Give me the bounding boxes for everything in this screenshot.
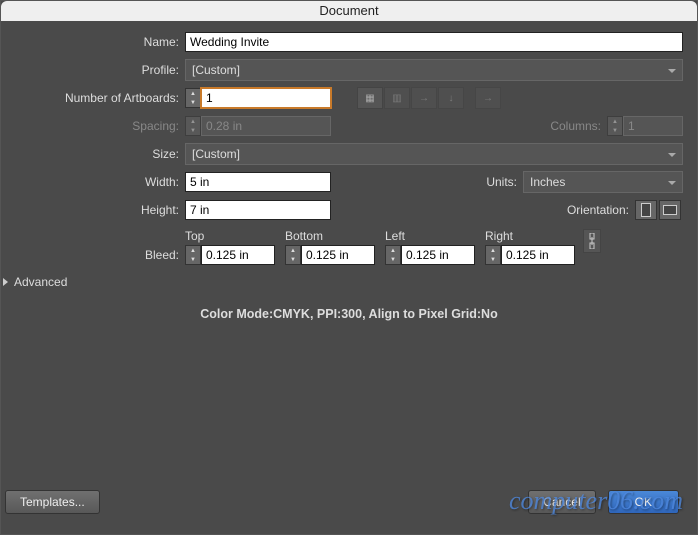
bleed-link-icon[interactable] — [583, 229, 601, 253]
size-value: [Custom] — [192, 147, 240, 161]
templates-button[interactable]: Templates... — [5, 490, 100, 514]
artboards-input[interactable] — [201, 88, 331, 108]
bleed-right-stepper[interactable]: ▲▼ — [485, 245, 501, 265]
width-label: Width: — [1, 175, 179, 189]
layout-single-icon[interactable]: → — [475, 87, 501, 109]
units-label: Units: — [486, 175, 523, 189]
layout-grid-row-icon[interactable]: ▦ — [357, 87, 383, 109]
bleed-right-input[interactable] — [501, 245, 575, 265]
orientation-label: Orientation: — [567, 203, 635, 217]
artboards-stepper[interactable]: ▲▼ — [185, 88, 201, 108]
bleed-bottom-label: Bottom — [285, 229, 375, 245]
columns-stepper: ▲▼ — [607, 116, 623, 136]
profile-value: [Custom] — [192, 63, 240, 77]
size-label: Size: — [1, 147, 179, 161]
layout-grid-col-icon[interactable]: ▥ — [384, 87, 410, 109]
profile-select[interactable]: [Custom] — [185, 59, 683, 81]
columns-input — [623, 116, 683, 136]
dialog-title: Document — [1, 1, 697, 21]
bleed-top-stepper[interactable]: ▲▼ — [185, 245, 201, 265]
bleed-left-label: Left — [385, 229, 475, 245]
spacing-input — [201, 116, 331, 136]
advanced-toggle[interactable]: Advanced — [1, 267, 697, 289]
cancel-button[interactable]: Cancel — [528, 490, 595, 514]
layout-row-down-icon[interactable]: ↓ — [438, 87, 464, 109]
width-input[interactable] — [185, 172, 331, 192]
chevron-right-icon — [3, 278, 8, 286]
advanced-label: Advanced — [14, 275, 67, 289]
bleed-right-label: Right — [485, 229, 575, 245]
spacing-label: Spacing: — [1, 119, 179, 133]
new-document-dialog: Document Name: Profile: [Custom] Number … — [0, 0, 698, 535]
name-input[interactable] — [185, 32, 683, 52]
bleed-top-label: Top — [185, 229, 275, 245]
height-input[interactable] — [185, 200, 331, 220]
orientation-portrait-icon[interactable] — [635, 200, 657, 220]
bleed-left-input[interactable] — [401, 245, 475, 265]
columns-label: Columns: — [550, 119, 607, 133]
settings-summary: Color Mode:CMYK, PPI:300, Align to Pixel… — [1, 307, 697, 321]
bleed-bottom-stepper[interactable]: ▲▼ — [285, 245, 301, 265]
profile-label: Profile: — [1, 63, 179, 77]
units-select[interactable]: Inches — [523, 171, 683, 193]
layout-row-right-icon[interactable]: → — [411, 87, 437, 109]
bleed-label: Bleed: — [1, 248, 179, 265]
units-value: Inches — [530, 175, 565, 189]
bleed-top-input[interactable] — [201, 245, 275, 265]
bleed-left-stepper[interactable]: ▲▼ — [385, 245, 401, 265]
name-label: Name: — [1, 35, 179, 49]
orientation-landscape-icon[interactable] — [659, 200, 681, 220]
size-select[interactable]: [Custom] — [185, 143, 683, 165]
ok-button[interactable]: OK — [608, 490, 679, 514]
height-label: Height: — [1, 203, 179, 217]
spacing-stepper: ▲▼ — [185, 116, 201, 136]
bleed-bottom-input[interactable] — [301, 245, 375, 265]
artboards-label: Number of Artboards: — [1, 91, 179, 105]
